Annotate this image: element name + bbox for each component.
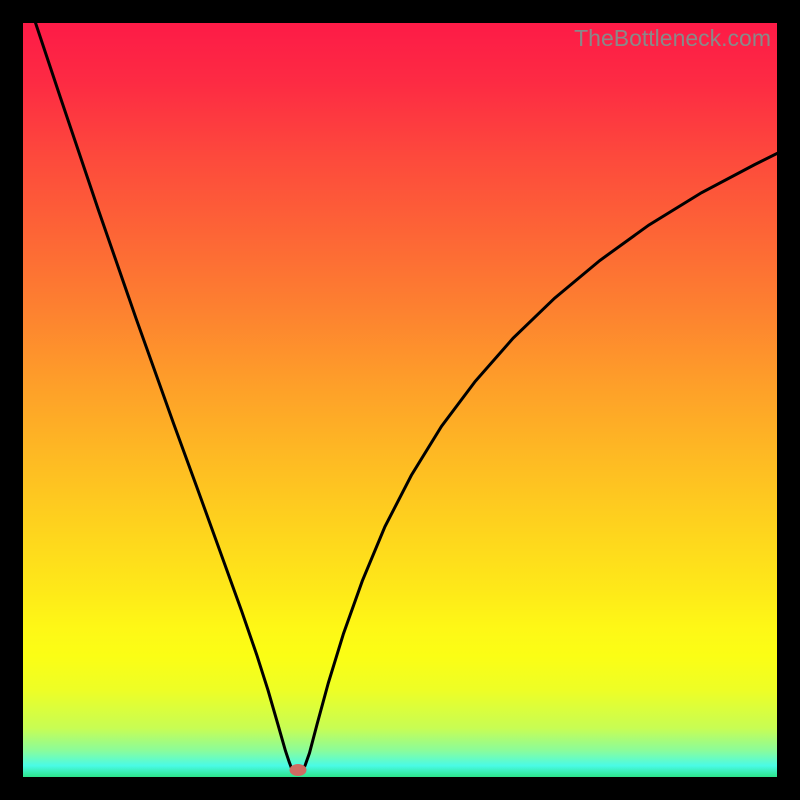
plot-frame: TheBottleneck.com [23, 23, 777, 777]
plot-area [23, 23, 777, 777]
gradient-background [23, 23, 777, 777]
optimum-marker [290, 764, 307, 776]
watermark-text: TheBottleneck.com [574, 25, 771, 52]
